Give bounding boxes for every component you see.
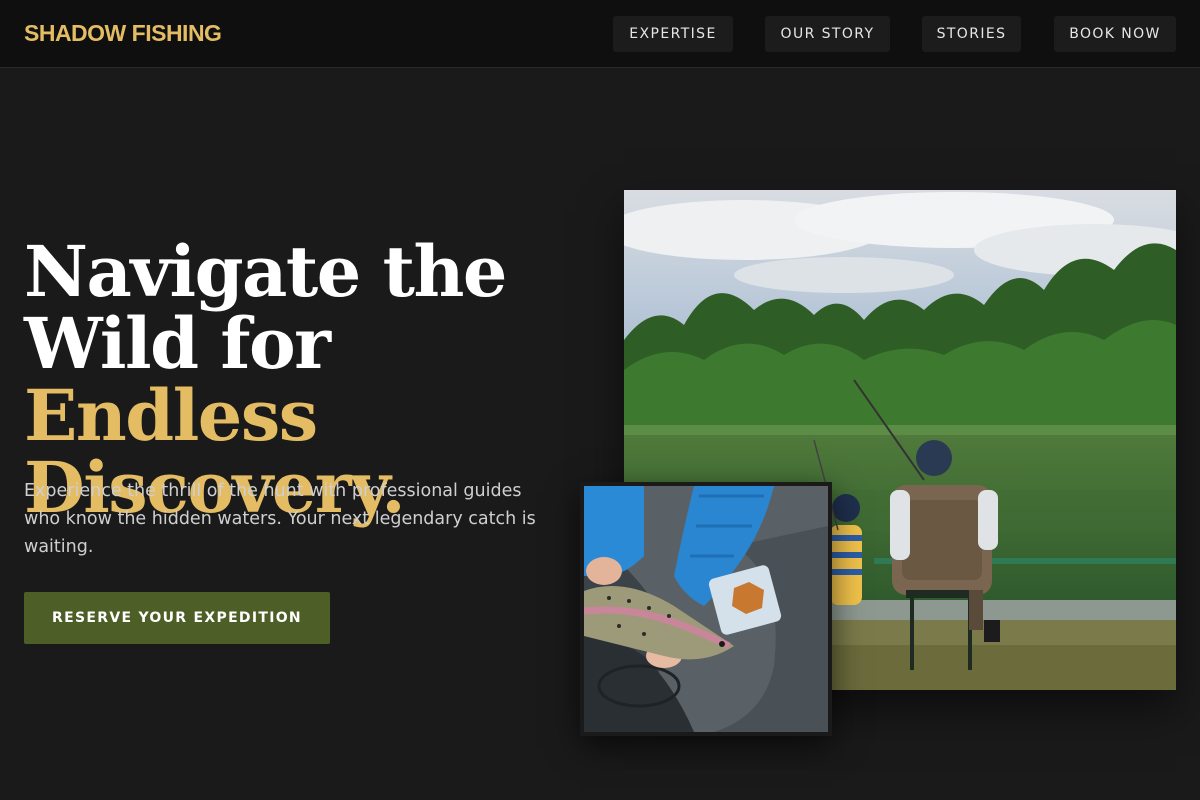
- reserve-expedition-button[interactable]: RESERVE YOUR EXPEDITION: [24, 592, 330, 644]
- nav-stories[interactable]: STORIES: [922, 16, 1021, 52]
- trout-illustration: [584, 486, 828, 732]
- hero-subtext: Experience the thrill of the hunt with p…: [24, 481, 536, 557]
- headline-line2-accent: Endless: [24, 374, 318, 457]
- headline-line2-white: Wild for: [24, 302, 331, 385]
- brand-logo[interactable]: SHADOW FISHING: [24, 20, 222, 47]
- nav-expertise[interactable]: EXPERTISE: [613, 16, 733, 52]
- trout-catch-photo: [580, 482, 832, 736]
- nav-our-story[interactable]: OUR STORY: [765, 16, 890, 52]
- site-header: SHADOW FISHING EXPERTISE OUR STORY STORI…: [0, 0, 1200, 68]
- headline-line1: Navigate the: [24, 230, 507, 313]
- main-nav: EXPERTISE OUR STORY STORIES BOOK NOW: [613, 16, 1176, 52]
- nav-book-now[interactable]: BOOK NOW: [1054, 16, 1176, 52]
